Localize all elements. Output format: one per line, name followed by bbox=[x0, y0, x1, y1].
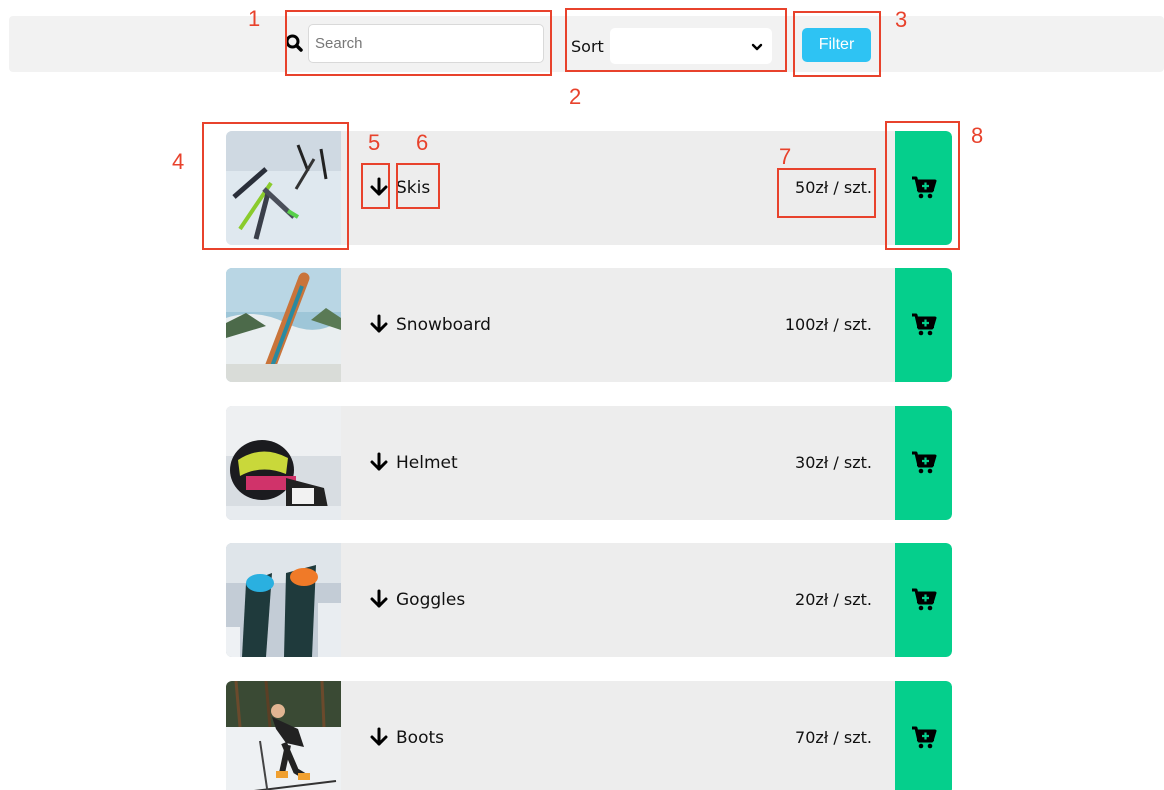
arrow-down-icon[interactable] bbox=[370, 177, 388, 197]
annotation-number: 3 bbox=[895, 7, 908, 32]
cart-plus-icon bbox=[911, 588, 936, 611]
product-price: 50zł / szt. bbox=[795, 178, 872, 197]
product-name: Snowboard bbox=[396, 315, 491, 335]
filter-button[interactable]: Filter bbox=[802, 28, 871, 62]
cart-plus-icon bbox=[911, 451, 936, 474]
product-image bbox=[226, 268, 341, 382]
product-image bbox=[226, 681, 341, 790]
sort-label: Sort bbox=[571, 36, 604, 56]
product-price: 20zł / szt. bbox=[795, 590, 872, 609]
product-row: Goggles 20zł / szt. bbox=[226, 543, 952, 657]
product-name: Helmet bbox=[396, 453, 458, 473]
add-to-cart-button[interactable] bbox=[895, 681, 952, 790]
product-row: Helmet 30zł / szt. bbox=[226, 406, 952, 520]
annotation-number: 1 bbox=[248, 6, 261, 31]
chevron-down-icon bbox=[751, 43, 762, 51]
search-input[interactable] bbox=[308, 24, 544, 63]
goggles-photo bbox=[226, 543, 341, 657]
add-to-cart-button[interactable] bbox=[895, 543, 952, 657]
sort-control: Sort bbox=[571, 28, 772, 64]
product-price: 70zł / szt. bbox=[795, 728, 872, 747]
add-to-cart-button[interactable] bbox=[895, 268, 952, 382]
search-icon bbox=[284, 33, 306, 55]
annotation-number: 6 bbox=[416, 130, 429, 155]
product-row: Skis 50zł / szt. bbox=[226, 131, 952, 245]
cart-plus-icon bbox=[911, 726, 936, 749]
skis-photo bbox=[226, 131, 341, 245]
helmet-photo bbox=[226, 406, 341, 520]
product-name: Skis bbox=[396, 178, 431, 198]
product-name: Boots bbox=[396, 728, 444, 748]
annotation-number: 2 bbox=[569, 84, 582, 109]
boots-photo bbox=[226, 681, 341, 790]
arrow-down-icon[interactable] bbox=[370, 589, 388, 609]
sort-select[interactable] bbox=[609, 28, 772, 64]
product-row: Boots 70zł / szt. bbox=[226, 681, 952, 790]
product-row: Snowboard 100zł / szt. bbox=[226, 268, 952, 382]
arrow-down-icon[interactable] bbox=[370, 727, 388, 747]
cart-plus-icon bbox=[911, 313, 936, 336]
product-price: 30zł / szt. bbox=[795, 453, 872, 472]
annotation-number: 8 bbox=[971, 123, 984, 148]
snowboard-photo bbox=[226, 268, 341, 382]
search-bar bbox=[284, 24, 544, 63]
add-to-cart-button[interactable] bbox=[895, 406, 952, 520]
annotation-number: 5 bbox=[368, 130, 381, 155]
add-to-cart-button[interactable] bbox=[895, 131, 952, 245]
product-image bbox=[226, 406, 341, 520]
product-name: Goggles bbox=[396, 590, 466, 610]
arrow-down-icon[interactable] bbox=[370, 452, 388, 472]
product-image bbox=[226, 543, 341, 657]
annotation-number: 4 bbox=[172, 149, 185, 174]
product-price: 100zł / szt. bbox=[784, 315, 872, 334]
product-image bbox=[226, 131, 341, 245]
annotation-number: 7 bbox=[779, 144, 792, 169]
cart-plus-icon bbox=[911, 176, 936, 199]
arrow-down-icon[interactable] bbox=[370, 314, 388, 334]
